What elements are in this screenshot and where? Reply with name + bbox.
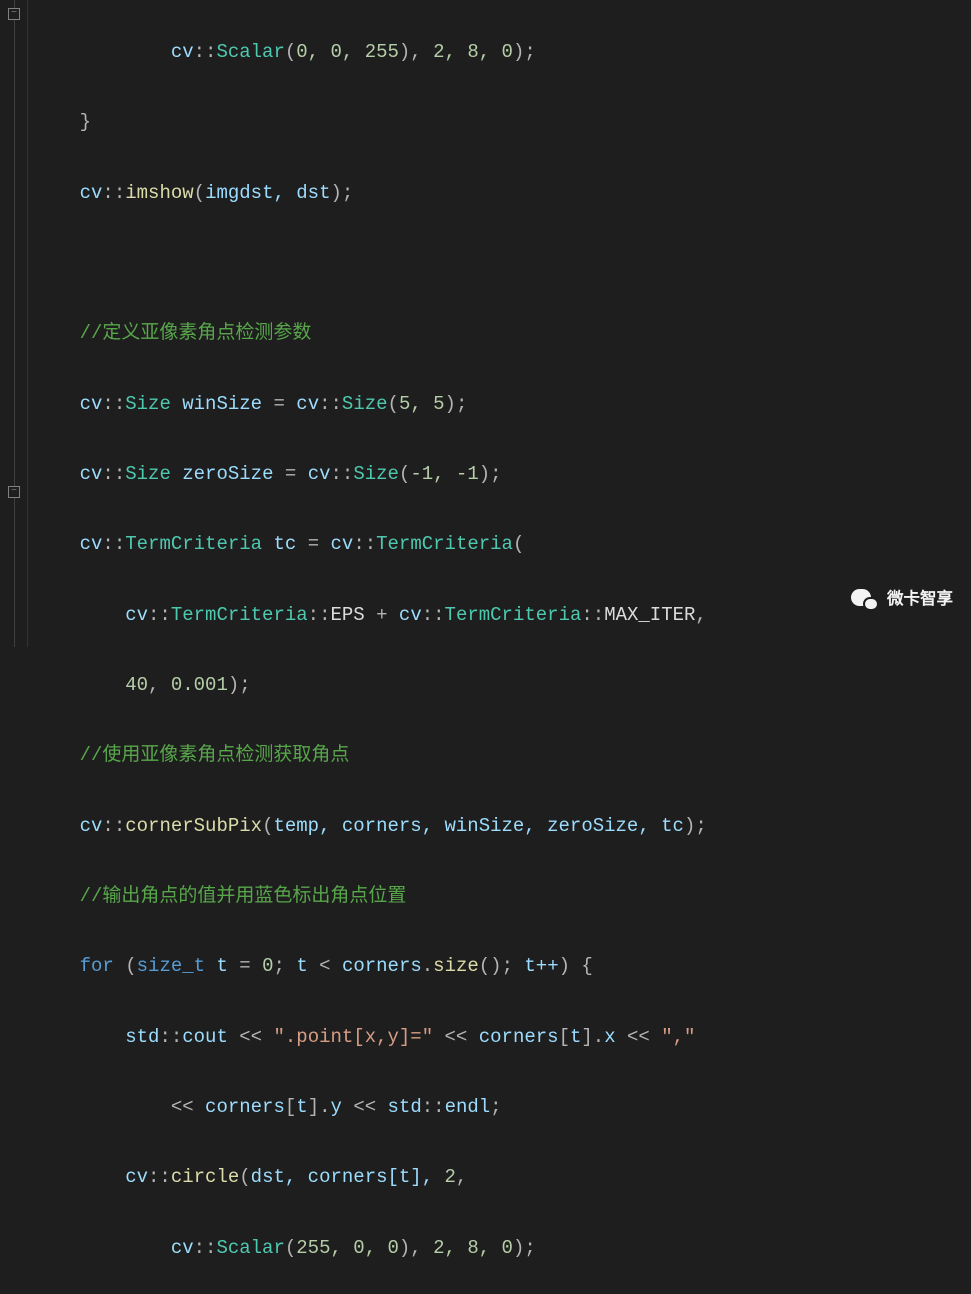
- fold-guide: [14, 0, 15, 647]
- code-line: cv::cornerSubPix(temp, corners, winSize,…: [34, 809, 707, 844]
- code-line: << corners[t].y << std::endl;: [34, 1090, 707, 1125]
- code-editor[interactable]: − − cv::Scalar(0, 0, 255), 2, 8, 0); } c…: [0, 0, 971, 647]
- code-line: //使用亚像素角点检测获取角点: [34, 738, 707, 773]
- code-line: //输出角点的值并用蓝色标出角点位置: [34, 879, 707, 914]
- code-line: cv::TermCriteria::EPS + cv::TermCriteria…: [34, 598, 707, 633]
- wechat-icon: [849, 585, 879, 615]
- code-line: //定义亚像素角点检测参数: [34, 316, 707, 351]
- code-line: cv::Size zeroSize = cv::Size(-1, -1);: [34, 457, 707, 492]
- code-line: 40, 0.001);: [34, 668, 707, 703]
- code-line: cv::imshow(imgdst, dst);: [34, 176, 707, 211]
- watermark: 微卡智享: [849, 584, 953, 615]
- code-line: std::cout << ".point[x,y]=" << corners[t…: [34, 1020, 707, 1055]
- watermark-text: 微卡智享: [887, 584, 953, 615]
- code-line: cv::Scalar(255, 0, 0), 2, 8, 0);: [34, 1231, 707, 1266]
- code-area[interactable]: cv::Scalar(0, 0, 255), 2, 8, 0); } cv::i…: [28, 0, 707, 647]
- collapse-icon[interactable]: −: [8, 486, 20, 498]
- code-line: cv::TermCriteria tc = cv::TermCriteria(: [34, 527, 707, 562]
- code-line: for (size_t t = 0; t < corners.size(); t…: [34, 949, 707, 984]
- code-line: cv::Scalar(0, 0, 255), 2, 8, 0);: [34, 35, 707, 70]
- collapse-icon[interactable]: −: [8, 8, 20, 20]
- code-line: [34, 246, 707, 281]
- code-line: cv::Size winSize = cv::Size(5, 5);: [34, 387, 707, 422]
- gutter: − −: [0, 0, 28, 647]
- code-line: }: [34, 105, 707, 140]
- code-line: cv::circle(dst, corners[t], 2,: [34, 1160, 707, 1195]
